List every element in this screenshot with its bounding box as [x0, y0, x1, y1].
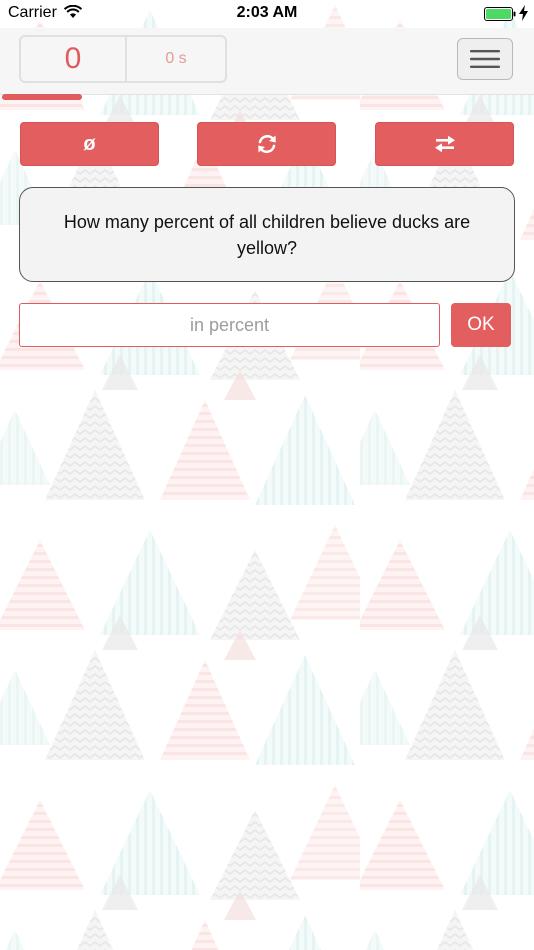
swap-arrows-icon	[434, 135, 455, 153]
menu-button[interactable]	[457, 38, 513, 80]
ok-button-label: OK	[467, 314, 495, 335]
progress-fill	[2, 94, 82, 100]
null-symbol-label: ø	[83, 132, 96, 155]
charging-bolt-icon	[519, 5, 528, 21]
question-card: How many percent of all children believe…	[19, 187, 515, 282]
battery-full-icon	[484, 7, 516, 21]
refresh-icon	[257, 134, 276, 154]
hamburger-menu-icon	[470, 50, 500, 68]
clock-time: 2:03 AM	[236, 4, 298, 21]
score-timer-box: 0 0 s	[19, 35, 227, 83]
answer-input[interactable]	[19, 303, 440, 347]
ok-button[interactable]: OK	[451, 303, 511, 347]
refresh-button[interactable]	[197, 122, 336, 166]
status-bar: Carrier 2:03 AM	[0, 0, 534, 28]
score-value: 0	[21, 37, 127, 81]
game-header: 0 0 s	[0, 28, 534, 95]
elapsed-time: 0 s	[165, 50, 187, 67]
question-text: How many percent of all children believe…	[63, 211, 471, 258]
skip-button[interactable]: ø	[20, 122, 159, 166]
progress-bar	[0, 94, 534, 100]
swap-button[interactable]	[375, 122, 514, 166]
